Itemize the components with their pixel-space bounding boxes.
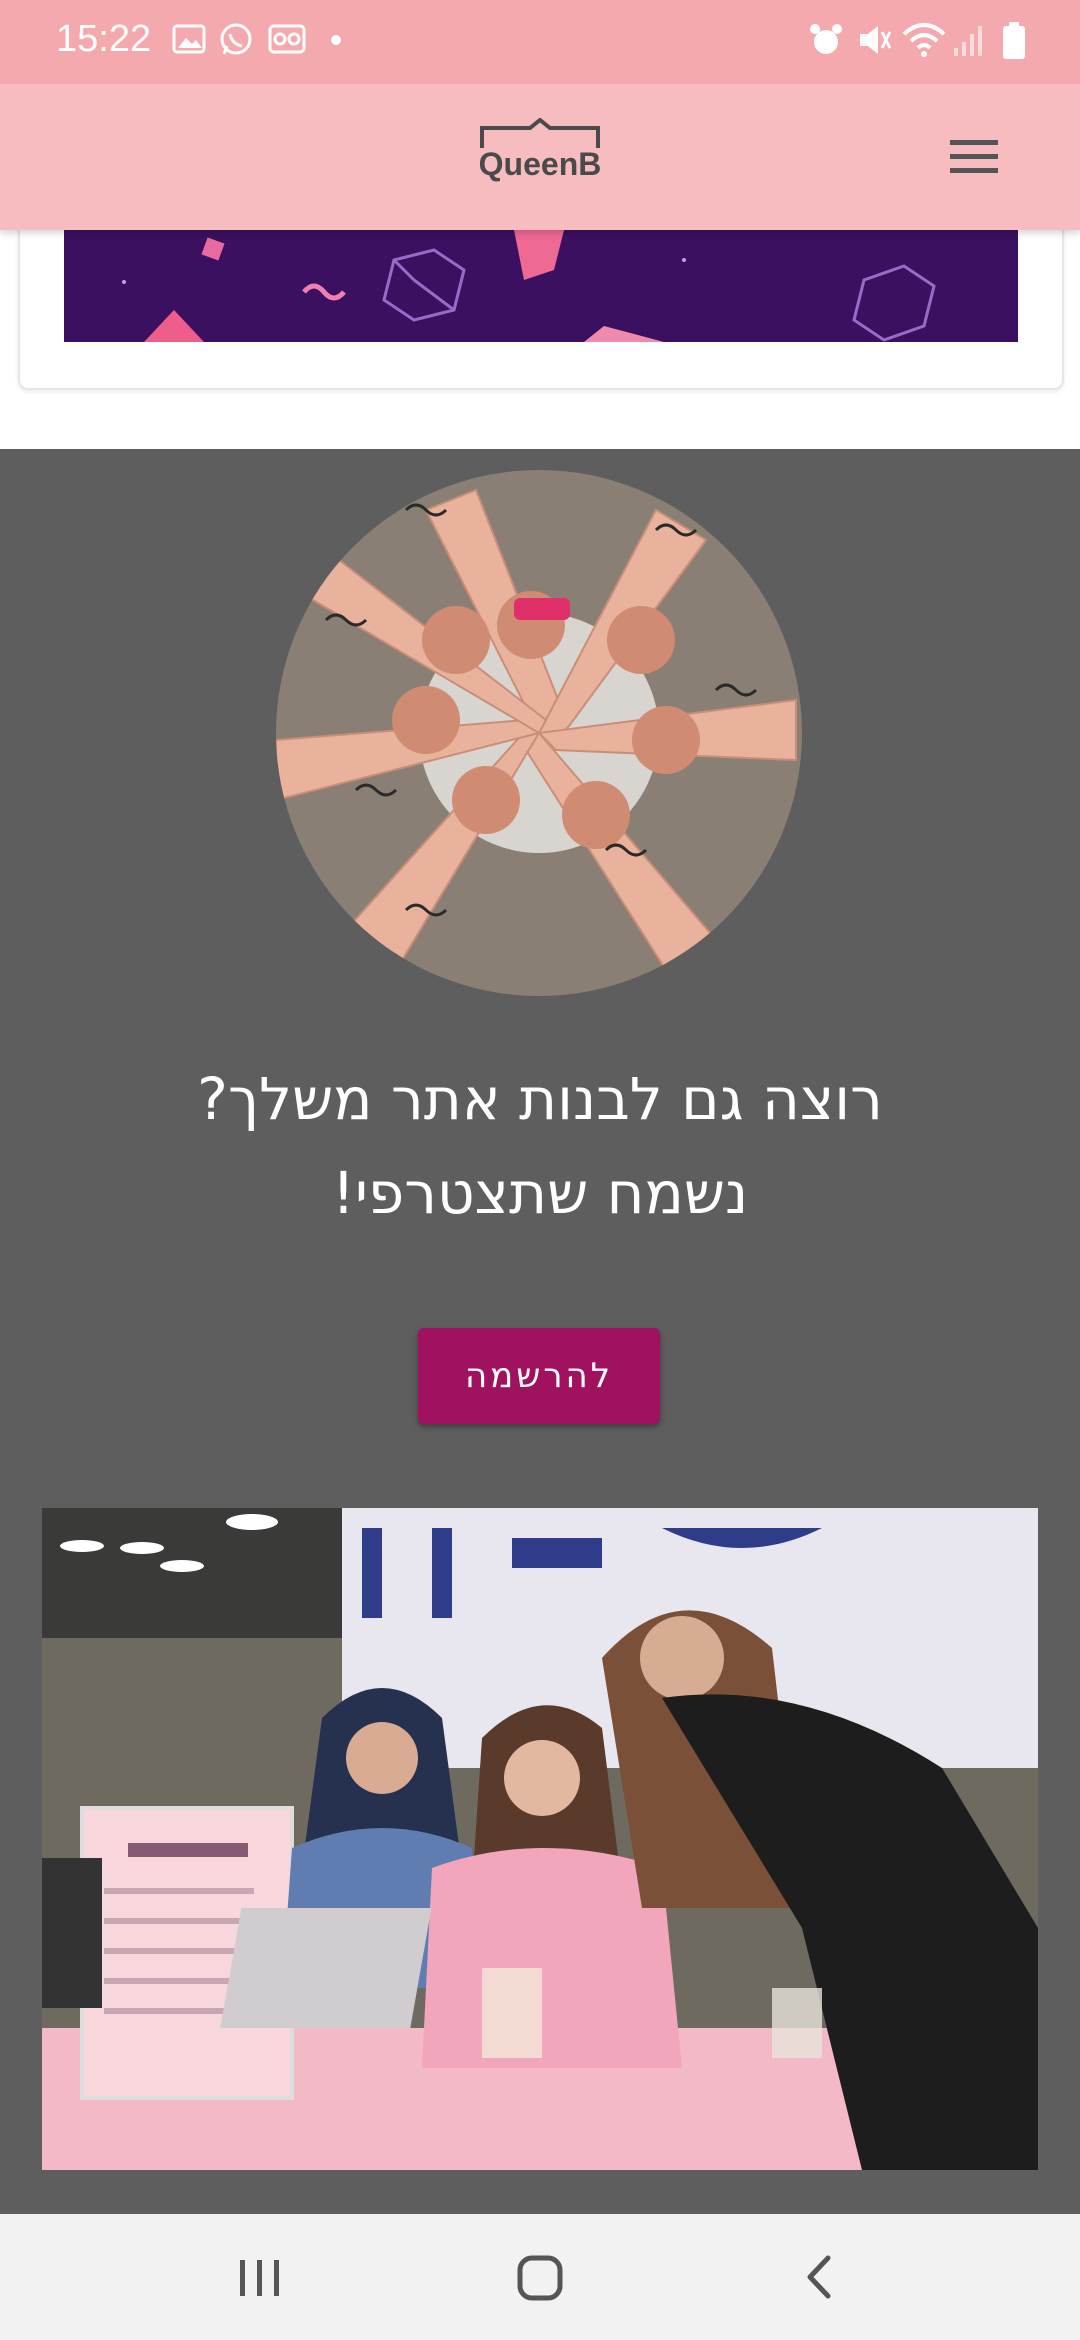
mute-icon bbox=[860, 26, 892, 54]
voicemail-icon bbox=[268, 24, 306, 54]
gallery-icon bbox=[172, 24, 206, 54]
home-icon bbox=[517, 2255, 563, 2301]
home-button[interactable] bbox=[500, 2244, 580, 2310]
dot-icon bbox=[331, 35, 341, 45]
workshop-photo bbox=[42, 1508, 1038, 2170]
banner-image bbox=[64, 230, 1018, 342]
recent-apps-button[interactable] bbox=[220, 2244, 300, 2310]
wifi-icon bbox=[902, 23, 946, 57]
android-nav-bar bbox=[0, 2214, 1080, 2340]
hands-circle-photo bbox=[276, 470, 802, 996]
battery-icon bbox=[1003, 22, 1025, 59]
status-time: 15:22 bbox=[56, 18, 152, 60]
queenb-logo[interactable]: QueenB bbox=[478, 118, 602, 198]
register-button[interactable]: להרשמה bbox=[418, 1328, 660, 1424]
back-button[interactable] bbox=[780, 2244, 860, 2310]
whatsapp-icon bbox=[220, 23, 252, 55]
signal-icon bbox=[954, 26, 982, 56]
site-header: QueenB bbox=[0, 84, 1080, 230]
logo-text: QueenB bbox=[478, 146, 602, 182]
banner-pattern bbox=[64, 230, 1018, 342]
headline-line-1: רוצה גם לבנות אתר משלך? bbox=[197, 1065, 883, 1133]
back-icon bbox=[807, 2255, 831, 2299]
headline-line-2: נשמח שתצטרפי! bbox=[331, 1159, 749, 1227]
recent-apps-icon bbox=[240, 2260, 279, 2296]
status-bar: 15:22 bbox=[0, 0, 1080, 84]
alarm-icon bbox=[810, 24, 842, 54]
hamburger-menu-button[interactable] bbox=[944, 134, 1004, 180]
hamburger-menu-icon bbox=[950, 140, 998, 173]
signup-headline: רוצה גם לבנות אתר משלך? נשמח שתצטרפי! bbox=[0, 1052, 1080, 1240]
